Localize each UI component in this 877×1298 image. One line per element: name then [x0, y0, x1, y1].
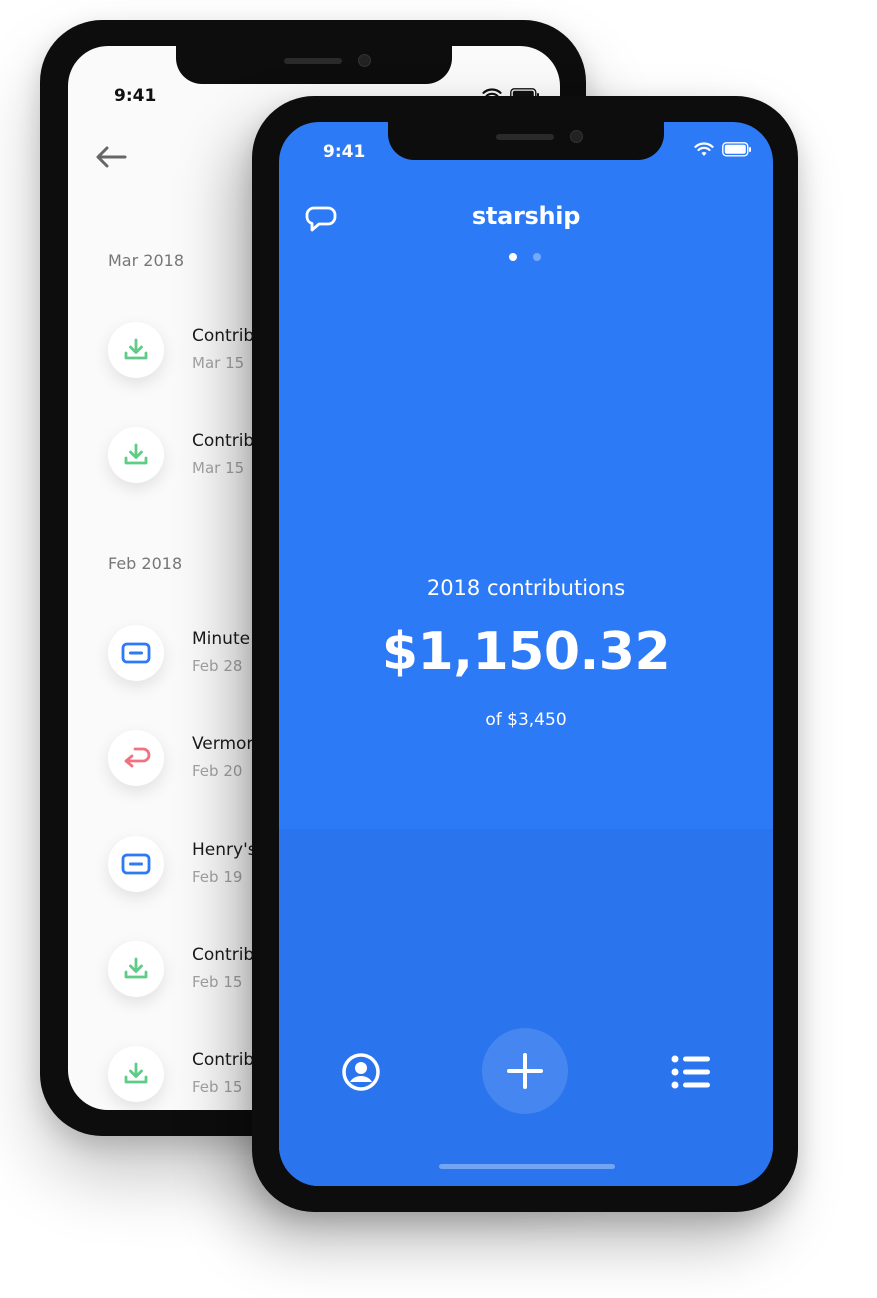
- transaction-icon: [108, 625, 164, 681]
- transaction-date: Feb 15: [192, 1078, 243, 1096]
- camera: [570, 130, 583, 143]
- download-icon: [124, 338, 148, 360]
- lower-panel: [279, 829, 773, 1186]
- transaction-icon: [108, 730, 164, 786]
- contributions-goal: of $3,450: [485, 710, 567, 730]
- plus-icon: [507, 1053, 543, 1089]
- transaction-date: Mar 15: [192, 354, 245, 372]
- transaction-title: Contrib: [192, 326, 255, 346]
- section-label-mar-2018: Mar 2018: [108, 251, 184, 270]
- card-icon: [121, 853, 151, 875]
- front-phone: 9:41 starship 2018 contributions $1,150.…: [252, 96, 798, 1212]
- transaction-date: Feb 20: [192, 762, 243, 780]
- page-indicator[interactable]: [507, 253, 547, 263]
- profile-icon[interactable]: [341, 1052, 381, 1092]
- transaction-title: Contrib: [192, 945, 255, 965]
- status-time: 9:41: [114, 86, 157, 106]
- speaker: [496, 134, 554, 140]
- transaction-title: Minute: [192, 629, 251, 649]
- arrow-left-icon[interactable]: [93, 143, 129, 171]
- summary-screen: 9:41 starship 2018 contributions $1,150.…: [279, 122, 773, 1186]
- card-icon: [121, 642, 151, 664]
- battery-icon: [722, 142, 751, 157]
- download-icon: [124, 1062, 148, 1084]
- return-arrow-icon: [124, 747, 151, 768]
- page-dot[interactable]: [533, 253, 541, 261]
- list-icon[interactable]: [671, 1054, 711, 1090]
- section-label-feb-2018: Feb 2018: [108, 554, 183, 573]
- transaction-title: Contrib: [192, 1050, 255, 1070]
- download-icon: [124, 957, 148, 979]
- transaction-icon: [108, 322, 164, 378]
- transaction-icon: [108, 836, 164, 892]
- transaction-title: Henry's: [192, 840, 257, 860]
- camera: [358, 54, 371, 67]
- page-dot-active[interactable]: [509, 253, 517, 261]
- add-button[interactable]: [482, 1028, 568, 1114]
- notch: [388, 122, 664, 160]
- transaction-icon: [108, 941, 164, 997]
- transaction-icon: [108, 427, 164, 483]
- status-time: 9:41: [323, 142, 366, 162]
- transaction-icon: [108, 1046, 164, 1102]
- brand-logo: starship: [471, 202, 581, 230]
- contributions-amount: $1,150.32: [381, 622, 671, 682]
- transaction-date: Mar 15: [192, 459, 245, 477]
- transaction-date: Feb 19: [192, 868, 243, 886]
- transaction-title: Contrib: [192, 431, 255, 451]
- speaker: [284, 58, 342, 64]
- notch: [176, 46, 452, 84]
- contributions-label: 2018 contributions: [426, 576, 626, 600]
- transaction-title: Vermor: [192, 734, 254, 754]
- transaction-date: Feb 28: [192, 657, 243, 675]
- transaction-date: Feb 15: [192, 973, 243, 991]
- home-indicator[interactable]: [439, 1164, 615, 1169]
- wifi-icon: [694, 142, 714, 156]
- download-icon: [124, 443, 148, 465]
